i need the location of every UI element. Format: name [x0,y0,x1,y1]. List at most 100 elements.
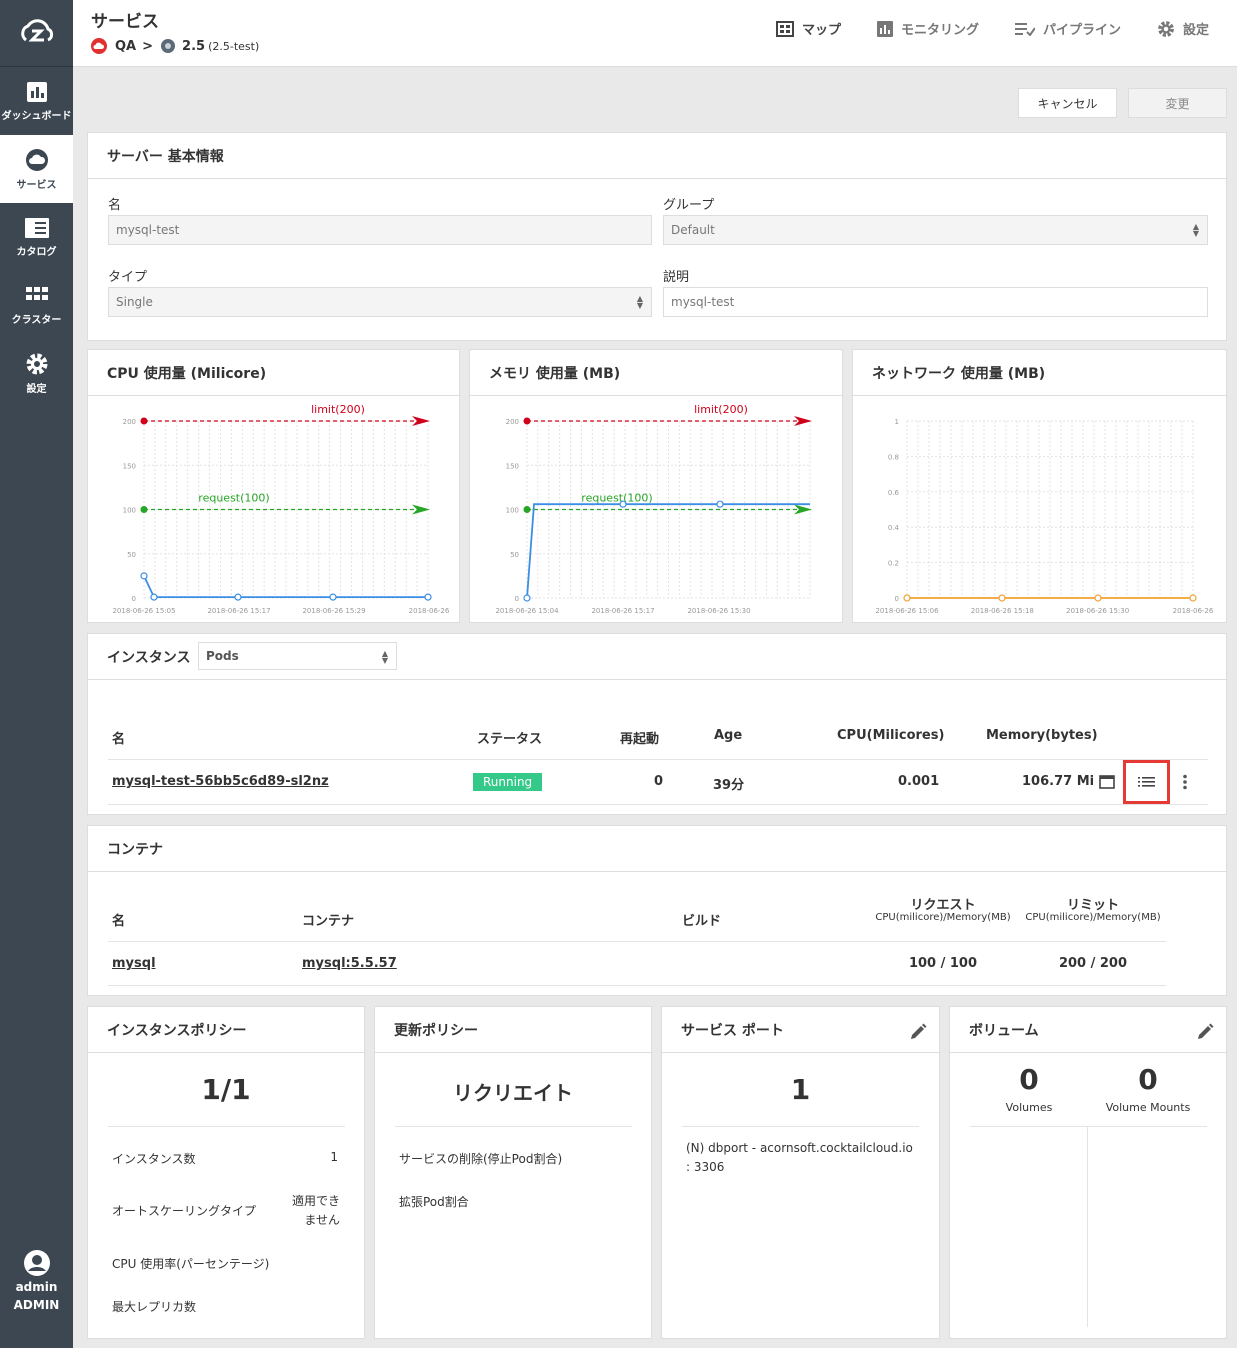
breadcrumb-version[interactable]: 2.5 [182,39,205,54]
x-tick-label: 2018-06-26 15:06 [875,607,939,615]
top-header: サービス QA > 2.5 (2.5-test) マップ モニタリング パイプラ… [73,0,1237,67]
header-nav-monitoring[interactable]: モニタリング [876,19,979,38]
divider [395,1126,632,1127]
sidebar-item-catalog[interactable]: カタログ [0,203,73,271]
x-tick-label: 2018-06-26 15:04 [495,607,559,615]
col-container: コンテナ [302,914,355,929]
col-restarts: 再起動 [620,732,660,747]
update-policy-row: サービスの削除(停止Pod割合) [399,1152,563,1166]
limit-label: limit(200) [311,403,365,416]
avatar-icon [23,1250,50,1276]
usage-point [619,500,627,508]
change-button[interactable]: 変更 [1128,88,1227,118]
volumes-title: ボリューム [950,1007,1226,1053]
usage-point [998,594,1006,602]
restart-count: 0 [654,774,664,789]
header-nav-map[interactable]: マップ [775,19,841,38]
list-icon [1138,777,1155,787]
type-select-value: Single [116,295,153,309]
cloud-icon [91,38,107,54]
col-request: リクエスト [910,898,976,913]
service-port-line: (N) dbport - acornsoft.cocktailcloud.io [686,1141,913,1155]
y-tick-label: 1 [895,418,899,426]
request-value: 100 / 100 [908,956,978,971]
policy-row-label: 最大レプリカ数 [112,1300,197,1314]
divider [108,941,1166,942]
instances-header: インスタンス Pods ▲ ▼ [88,634,1226,680]
version-icon [161,39,176,53]
server-info-panel: サーバー 基本情報 名 mysql-test グループ Default ▲ ▼ タ… [87,132,1227,341]
usage-point [150,593,158,601]
description-input[interactable]: mysql-test [663,287,1208,317]
terminal-icon[interactable] [1099,775,1115,789]
instances-select-value: Pods [206,649,239,663]
pipeline-icon [1014,22,1035,36]
breadcrumb-version-detail: (2.5-test) [208,39,260,53]
group-label: グループ [663,198,715,213]
cpu-value: 0.001 [898,774,940,789]
memory-chart-panel: メモリ 使用量 (MB) 200 150 100 50 0 2018-06-26 15:0… [469,349,843,623]
divider [108,985,1166,986]
group-select[interactable]: Default ▲ ▼ [663,215,1208,245]
service-port-port: : 3306 [686,1160,725,1174]
page-title: サービス [91,12,159,32]
cancel-button[interactable]: キャンセル [1018,88,1117,118]
header-nav-settings[interactable]: 設定 [1157,19,1209,38]
y-tick-label: 150 [123,462,136,470]
map-icon [775,20,794,37]
logs-button[interactable] [1123,760,1170,804]
user-menu[interactable]: admin ADMIN [0,1249,73,1312]
age-value: 39分 [713,778,745,793]
breadcrumb-root[interactable]: QA [115,39,136,54]
sidebar-item-label: ダッシュボード [1,110,72,122]
memory-chart-title: メモリ 使用量 (MB) [470,350,842,396]
dashboard-icon [26,81,47,102]
more-vertical-icon[interactable] [1182,774,1188,790]
app-logo[interactable] [0,0,73,67]
y-tick-label: 100 [123,507,136,515]
volumes-count: 0 [1019,1063,1039,1096]
instance-policy-title: インスタンスポリシー [88,1007,364,1053]
instances-title: インスタンス [107,649,191,666]
name-label: 名 [108,198,122,213]
header-nav-label: 設定 [1182,23,1209,38]
col-name: 名 [112,732,126,747]
sidebar-item-dashboard[interactable]: ダッシュボード [0,67,73,135]
container-image-link[interactable]: mysql:5.5.57 [302,956,397,971]
name-input[interactable]: mysql-test [108,215,652,245]
sidebar-item-cluster[interactable]: クラスター [0,271,73,339]
col-limit: リミット [1066,898,1119,913]
request-marker [523,506,531,513]
sidebar-item-service[interactable]: サービス [0,135,73,203]
sidebar-item-settings[interactable]: 設定 [0,339,73,407]
limit-value: 200 / 200 [1058,956,1128,971]
header-nav-pipeline[interactable]: パイプライン [1014,19,1121,38]
containers-panel: コンテナ 名 コンテナ ビルド リクエスト CPU(milicore)/Memo… [87,825,1227,996]
breadcrumb-separator: > [142,38,154,54]
usage-point [523,594,531,602]
header-nav-label: マップ [801,23,841,38]
y-tick-label: 0.6 [888,489,900,497]
memory-chart: 200 150 100 50 0 2018-06-26 15:04 2018-06-26 1… [495,403,812,615]
container-name-link[interactable]: mysql [112,956,156,971]
gear-icon [1158,20,1174,37]
gear-icon [26,353,47,374]
y-tick-label: 100 [506,507,519,515]
update-policy-panel: 更新ポリシー リクリエイト サービスの削除(停止Pod割合) 拡張Pod割合 [374,1006,652,1339]
grid-icon [25,286,48,300]
service-port-panel: サービス ポート 1 (N) dbport - acornsoft.cockta… [661,1006,940,1339]
description-label: 説明 [663,270,690,285]
type-select[interactable]: Single ▲ ▼ [108,287,652,317]
request-label: request(100) [581,492,652,505]
edit-icon[interactable] [1196,1023,1214,1041]
server-info-title: サーバー 基本情報 [88,133,1226,179]
instance-policy-value: 1/1 [201,1073,251,1106]
cpu-chart: 200 150 100 50 0 2018-06-26 15:05 2018-06-26 1… [112,403,449,615]
policy-row-label: インスタンス数 [112,1152,196,1166]
catalog-icon [24,217,49,238]
policy-row-value: 適用でき ません [291,1194,340,1227]
edit-icon[interactable] [909,1023,927,1041]
instances-select[interactable]: Pods ▲ ▼ [198,642,397,670]
pod-name-link[interactable]: mysql-test-56bb5c6d89-sl2nz [112,774,329,789]
logo-icon [20,19,53,42]
